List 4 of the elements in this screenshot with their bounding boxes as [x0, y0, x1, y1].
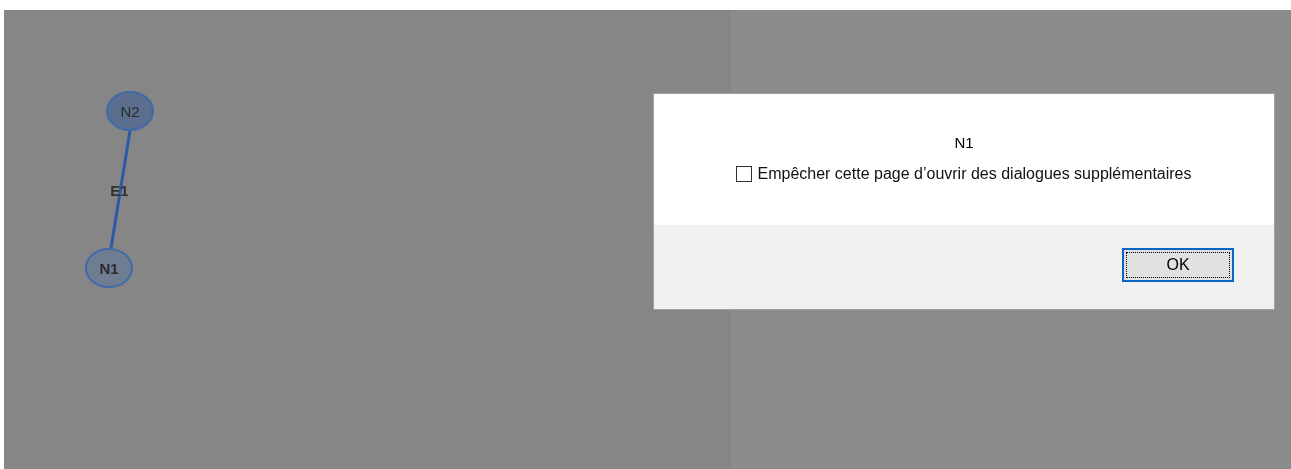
- checkbox-label[interactable]: Empêcher cette page d’ouvrir des dialogues supplémentaires: [757, 165, 1192, 183]
- checkbox[interactable]: [736, 166, 753, 182]
- dialog-message: N1: [954, 134, 974, 151]
- ok-button[interactable]: OK: [1122, 248, 1234, 282]
